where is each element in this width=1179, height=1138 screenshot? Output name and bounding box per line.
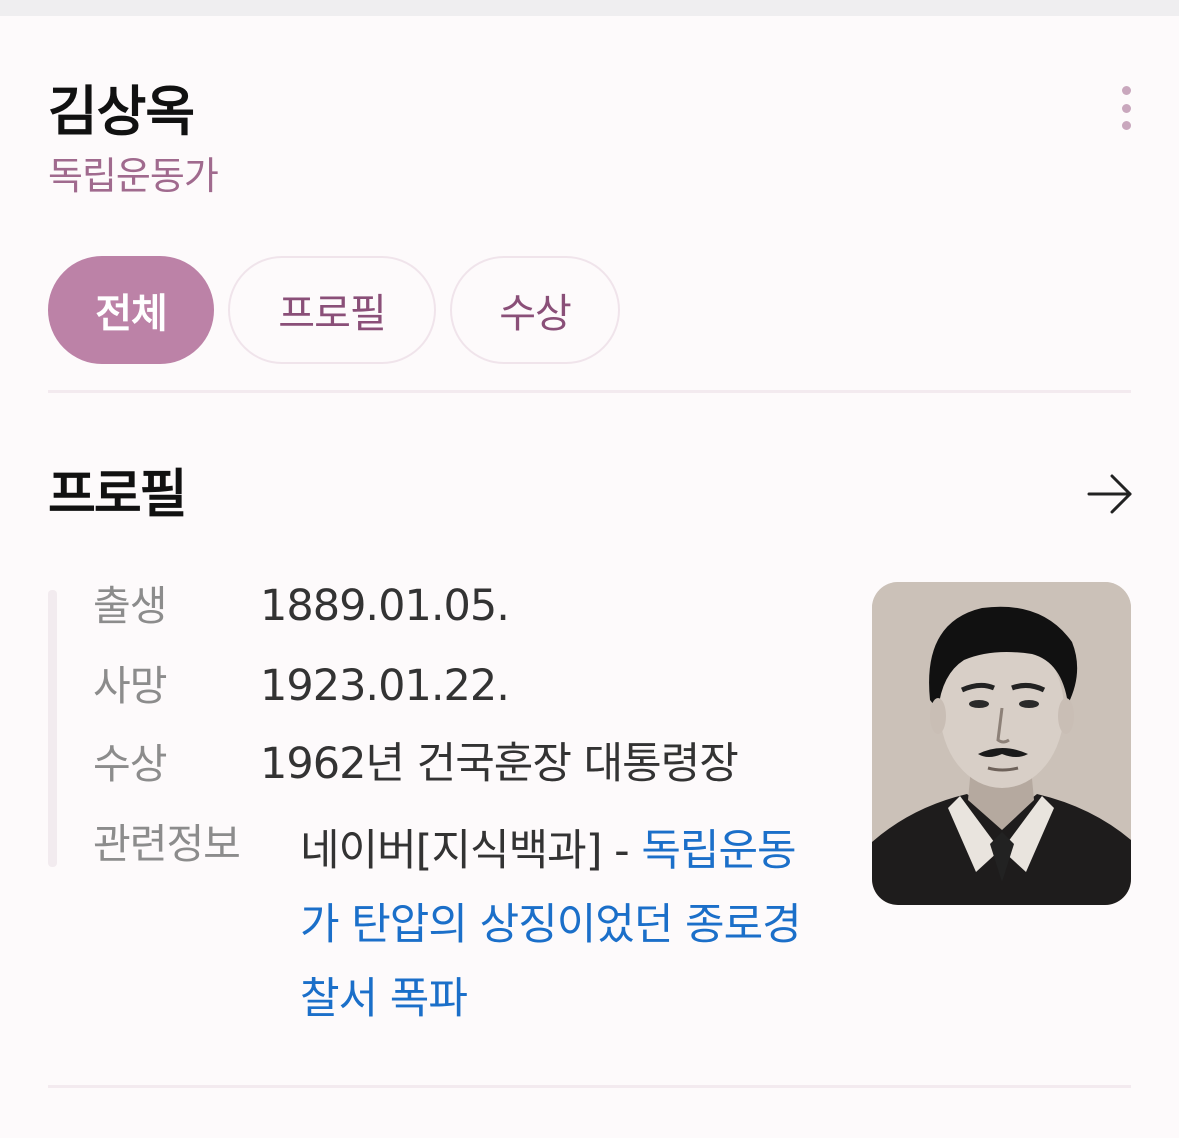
info-value: 1889.01.05. bbox=[260, 581, 510, 631]
arrow-right-icon bbox=[1087, 474, 1132, 514]
page-subtitle: 독립운동가 bbox=[48, 154, 219, 198]
section-more-button[interactable] bbox=[1086, 472, 1134, 516]
info-label: 관련정보 bbox=[93, 820, 241, 868]
related-source: 네이버[지식백과] - bbox=[300, 826, 642, 876]
page-title: 김상옥 bbox=[48, 80, 195, 143]
tab-award[interactable]: 수상 bbox=[450, 256, 620, 364]
more-vertical-icon bbox=[1121, 86, 1131, 95]
tab-bar: 전체 프로필 수상 bbox=[48, 256, 634, 364]
info-label: 출생 bbox=[93, 582, 167, 630]
info-row-award: 수상 1962년 건국훈장 대통령장 bbox=[93, 734, 739, 794]
tab-profile[interactable]: 프로필 bbox=[228, 256, 436, 364]
info-row-birth: 출생 1889.01.05. bbox=[93, 576, 510, 636]
divider bbox=[48, 390, 1131, 393]
info-value: 1923.01.22. bbox=[260, 661, 510, 711]
section-title-profile: 프로필 bbox=[48, 465, 188, 525]
header: 김상옥 독립운동가 bbox=[48, 80, 219, 200]
info-accent-bar bbox=[48, 590, 57, 867]
info-label: 수상 bbox=[93, 740, 167, 788]
info-row-death: 사망 1923.01.22. bbox=[93, 656, 510, 716]
info-row-related: 관련정보 네이버[지식백과] - 독립운동가 탄압의 상징이었던 종로경찰서 폭… bbox=[93, 814, 802, 1024]
tab-all[interactable]: 전체 bbox=[48, 256, 214, 364]
divider bbox=[48, 1085, 1131, 1088]
portrait-photo bbox=[872, 582, 1131, 905]
info-label: 사망 bbox=[93, 662, 167, 710]
portrait-image[interactable] bbox=[872, 582, 1131, 905]
more-options-button[interactable] bbox=[1112, 86, 1140, 130]
more-dot bbox=[1121, 103, 1131, 113]
related-info: 네이버[지식백과] - 독립운동가 탄압의 상징이었던 종로경찰서 폭파 bbox=[300, 814, 820, 1036]
more-dot bbox=[1121, 121, 1131, 130]
info-value: 1962년 건국훈장 대통령장 bbox=[260, 739, 739, 789]
